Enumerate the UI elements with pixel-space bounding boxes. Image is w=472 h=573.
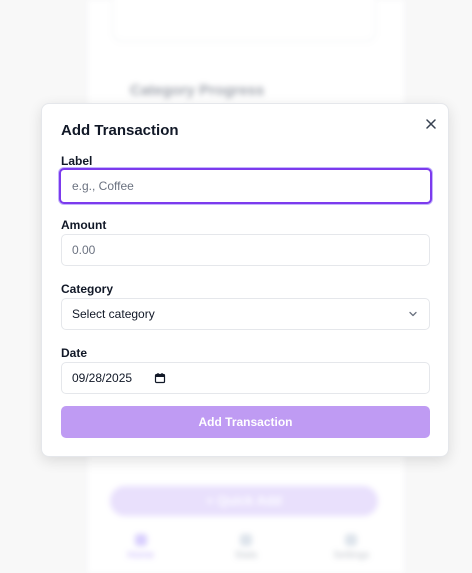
date-input[interactable]: 09/28/2025 <box>61 362 430 394</box>
dialog-title: Add Transaction <box>61 122 179 139</box>
label-field-label: Label <box>61 154 93 168</box>
app-stage: Category Progress + Quick Add Home Stats… <box>0 0 472 573</box>
calendar-icon[interactable] <box>154 372 166 384</box>
category-field-label: Category <box>61 282 114 296</box>
label-input[interactable] <box>59 168 432 204</box>
chevron-down-icon <box>409 311 417 317</box>
add-transaction-dialog: Add Transaction Label Amount Category Se… <box>41 103 449 457</box>
date-value: 09/28/2025 <box>72 371 133 385</box>
add-transaction-button[interactable]: Add Transaction <box>61 406 430 438</box>
category-selected-value: Select category <box>72 307 155 321</box>
amount-input[interactable] <box>61 234 430 266</box>
category-select[interactable]: Select category <box>61 298 430 330</box>
amount-field-label: Amount <box>61 218 107 232</box>
date-field-label: Date <box>61 346 88 360</box>
close-button[interactable] <box>422 115 440 133</box>
close-icon <box>426 119 436 129</box>
